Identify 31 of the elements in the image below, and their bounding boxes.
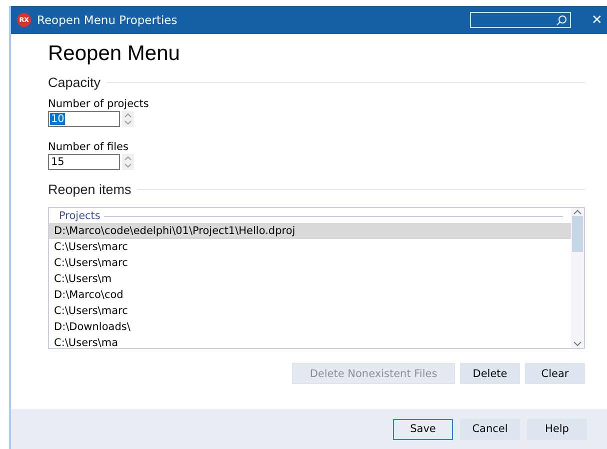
spinner-arrows-icon[interactable] xyxy=(122,111,134,127)
spinner-arrows-icon[interactable] xyxy=(122,154,134,170)
list-item[interactable]: D:\Downloads\ xyxy=(49,319,571,335)
number-field[interactable]: 15 xyxy=(48,154,120,170)
field-label: Number of files xyxy=(48,141,130,153)
delete-button[interactable]: Delete xyxy=(460,363,520,384)
scroll-thumb[interactable] xyxy=(572,216,583,252)
list-item[interactable]: C:\Users\marc xyxy=(49,255,571,271)
list-item[interactable]: D:\Marco\code\edelphi\01\Project1\Hello.dproj xyxy=(49,223,571,239)
number-field[interactable]: 10 xyxy=(48,111,120,127)
save-button[interactable]: Save xyxy=(393,418,453,440)
scroll-down-icon[interactable] xyxy=(573,340,582,348)
help-button[interactable]: Help xyxy=(527,418,587,440)
field-label: Number of projects xyxy=(48,98,150,110)
search-field[interactable] xyxy=(470,12,571,28)
clear-button[interactable]: Clear xyxy=(525,363,585,384)
scroll-up-icon[interactable] xyxy=(573,208,582,216)
list-item[interactable]: C:\Users\m xyxy=(49,271,571,287)
close-button[interactable]: ✕ xyxy=(589,12,605,28)
list-item[interactable]: C:\Users\marc xyxy=(49,239,571,255)
list-item[interactable]: C:\Users\marc xyxy=(49,303,571,319)
list-item[interactable]: D:\Marco\cod xyxy=(49,287,571,303)
scrollbar[interactable] xyxy=(571,208,584,348)
section-title: Capacity xyxy=(48,75,101,90)
section-title: Reopen items xyxy=(48,182,132,197)
cancel-button[interactable]: Cancel xyxy=(460,418,520,440)
list-item[interactable]: C:\Users\ma xyxy=(49,335,571,351)
group-header: Projects xyxy=(59,210,100,222)
page-heading: Reopen Menu xyxy=(48,42,181,66)
search-icon xyxy=(556,14,567,26)
window-title: Reopen Menu Properties xyxy=(37,13,178,27)
